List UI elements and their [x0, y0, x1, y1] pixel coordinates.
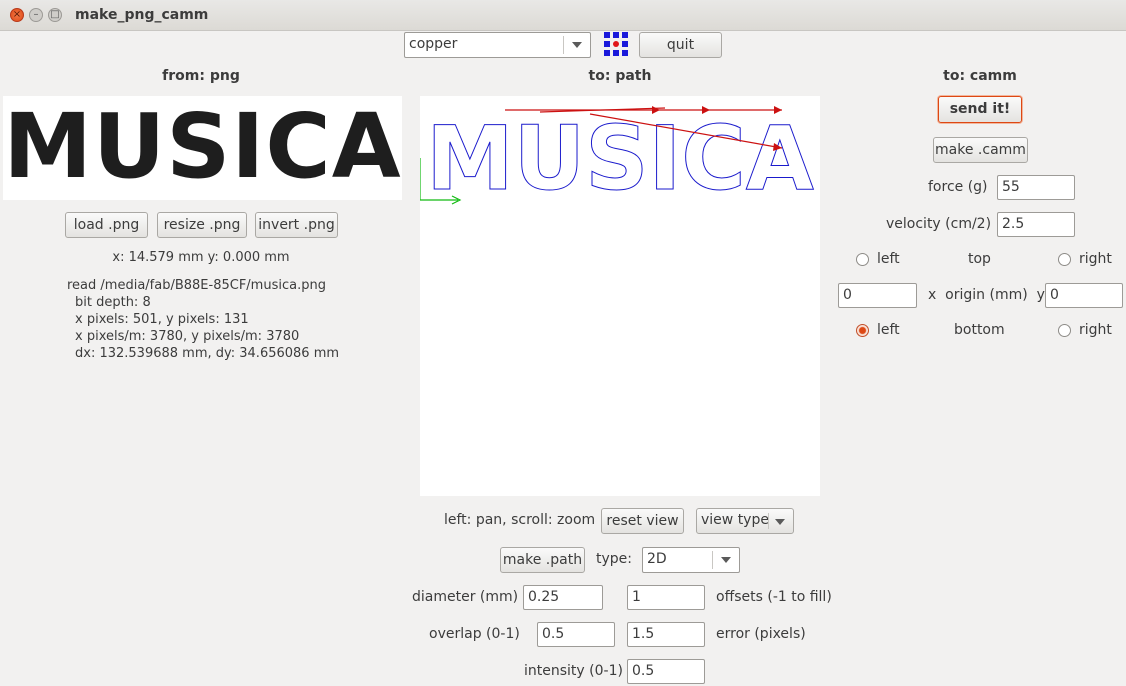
- info-line: x pixels/m: 3780, y pixels/m: 3780: [75, 329, 300, 344]
- diameter-label: diameter (mm): [412, 589, 519, 605]
- to-camm-header: to: camm: [943, 68, 1017, 84]
- bottom-label: bottom: [954, 322, 1005, 338]
- force-label: force (g): [928, 179, 988, 195]
- origin-label: x origin (mm) y: [928, 287, 1045, 303]
- info-line: dx: 132.539688 mm, dy: 34.656086 mm: [75, 346, 340, 361]
- make-path-button[interactable]: make .path: [500, 547, 585, 573]
- close-window-button[interactable]: ×: [10, 8, 24, 22]
- path-type-value: 2D: [647, 551, 667, 567]
- intensity-label: intensity (0-1): [524, 663, 623, 679]
- window-title: make_png_camm: [75, 7, 209, 23]
- resize-png-button[interactable]: resize .png: [157, 212, 247, 238]
- intensity-input[interactable]: 0.5: [627, 659, 705, 684]
- png-preview: MUSICA: [3, 96, 402, 200]
- material-select[interactable]: copper: [404, 32, 591, 58]
- view-type-select[interactable]: view type: [696, 508, 794, 534]
- path-svg: MUSICA: [420, 106, 814, 211]
- velocity-label: velocity (cm/2): [886, 216, 992, 232]
- send-it-button[interactable]: send it!: [938, 96, 1022, 123]
- path-type-select[interactable]: 2D: [642, 547, 740, 573]
- chevron-down-icon: [775, 519, 785, 525]
- offsets-input[interactable]: 1: [627, 585, 705, 610]
- title-bar: × – □ make_png_camm: [0, 0, 1126, 31]
- info-line: x pixels: 501, y pixels: 131: [75, 312, 249, 327]
- from-png-header: from: png: [162, 68, 240, 84]
- origin-top-right-radio[interactable]: [1058, 253, 1071, 266]
- top-right-label: right: [1079, 251, 1112, 267]
- png-image-text: MUSICA: [3, 96, 402, 198]
- origin-bottom-right-radio[interactable]: [1058, 324, 1071, 337]
- to-path-header: to: path: [588, 68, 652, 84]
- fab-logo-icon: [604, 32, 628, 56]
- material-select-value: copper: [409, 36, 458, 52]
- origin-bottom-left-radio[interactable]: [856, 324, 869, 337]
- origin-top-left-radio[interactable]: [856, 253, 869, 266]
- quit-button[interactable]: quit: [639, 32, 722, 58]
- error-input[interactable]: 1.5: [627, 622, 705, 647]
- type-label: type:: [596, 551, 632, 567]
- y-origin-input[interactable]: 0: [1045, 283, 1123, 308]
- make-camm-button[interactable]: make .camm: [933, 137, 1028, 163]
- png-info: read /media/fab/B88E-85CF/musica.png bit…: [67, 277, 339, 362]
- minimize-window-button[interactable]: –: [29, 8, 43, 22]
- toolpath-outline: MUSICA: [426, 107, 814, 210]
- force-input[interactable]: 55: [997, 175, 1075, 200]
- pan-zoom-hint: left: pan, scroll: zoom: [444, 512, 596, 528]
- top-label: top: [968, 251, 991, 267]
- chevron-down-icon: [572, 42, 582, 48]
- velocity-input[interactable]: 2.5: [997, 212, 1075, 237]
- view-type-label: view type: [701, 512, 769, 528]
- invert-png-button[interactable]: invert .png: [255, 212, 338, 238]
- x-origin-input[interactable]: 0: [838, 283, 917, 308]
- reset-view-button[interactable]: reset view: [601, 508, 684, 534]
- load-png-button[interactable]: load .png: [65, 212, 148, 238]
- error-label: error (pixels): [716, 626, 806, 642]
- info-line: bit depth: 8: [75, 295, 151, 310]
- diameter-input[interactable]: 0.25: [523, 585, 603, 610]
- top-left-label: left: [877, 251, 900, 267]
- offsets-label: offsets (-1 to fill): [716, 589, 832, 605]
- cursor-coords: x: 14.579 mm y: 0.000 mm: [112, 250, 290, 265]
- chevron-down-icon: [721, 557, 731, 563]
- overlap-label: overlap (0-1): [429, 626, 520, 642]
- bottom-right-label: right: [1079, 322, 1112, 338]
- maximize-window-button[interactable]: □: [48, 8, 62, 22]
- info-line: read /media/fab/B88E-85CF/musica.png: [67, 278, 326, 293]
- path-canvas[interactable]: MUSICA: [420, 96, 820, 496]
- bottom-left-label: left: [877, 322, 900, 338]
- overlap-input[interactable]: 0.5: [537, 622, 615, 647]
